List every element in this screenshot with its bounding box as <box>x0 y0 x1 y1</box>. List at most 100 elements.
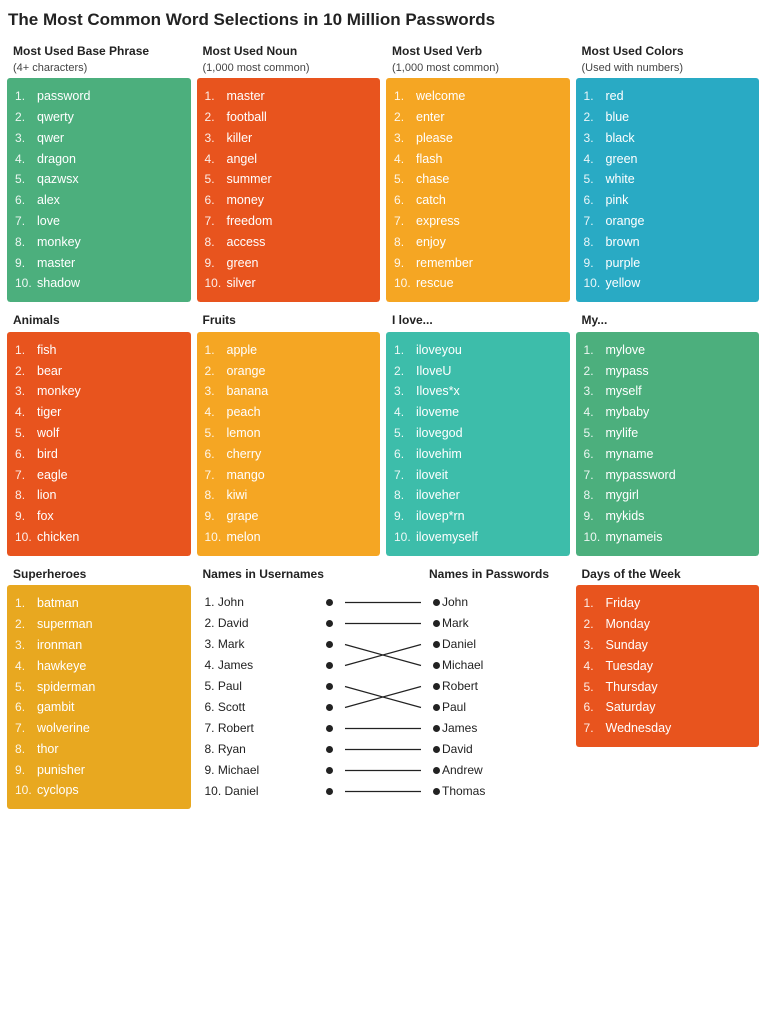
names-username-item: 5. Paul <box>205 676 336 697</box>
names-password-item: Paul <box>431 697 562 718</box>
names-passwords-header: Names in Passwords <box>423 562 570 584</box>
section-verb: Most Used Verb (1,000 most common) welco… <box>386 39 570 302</box>
section-ilove: I love... iloveyouIloveUIloves*xilovemei… <box>386 308 570 556</box>
section-days: Days of the Week FridayMondaySundayTuesd… <box>576 562 760 810</box>
list-item: Wednesday <box>584 718 752 739</box>
list-item: mango <box>205 465 373 486</box>
list-item: mypassword <box>584 465 752 486</box>
list-item: wolf <box>15 423 183 444</box>
section-superheroes: Superheroes batmansupermanironmanhawkeye… <box>7 562 191 810</box>
names-lines <box>343 584 423 810</box>
section-fruits: Fruits appleorangebananapeachlemoncherry… <box>197 308 381 556</box>
page-title: The Most Common Word Selections in 10 Mi… <box>0 0 766 36</box>
names-usernames-col: 1. John2. David3. Mark4. James5. Paul6. … <box>197 584 344 810</box>
list-item: banana <box>205 381 373 402</box>
list-item: shadow <box>15 273 183 294</box>
list-item: money <box>205 190 373 211</box>
list-item: superman <box>15 614 183 635</box>
list-item: love <box>15 211 183 232</box>
section-animals: Animals fishbearmonkeytigerwolfbirdeagle… <box>7 308 191 556</box>
password-dot <box>433 641 440 648</box>
section-header-noun: Most Used Noun (1,000 most common) <box>197 39 381 78</box>
list-item: Iloves*x <box>394 381 562 402</box>
list-item: iloveit <box>394 465 562 486</box>
section-body-noun: masterfootballkillerangelsummermoneyfree… <box>197 78 381 302</box>
names-password-item: Robert <box>431 676 562 697</box>
list-item: orange <box>205 361 373 382</box>
names-inner: 1. John2. David3. Mark4. James5. Paul6. … <box>197 584 570 810</box>
list-item: ilovep*rn <box>394 506 562 527</box>
section-body-days: FridayMondaySundayTuesdayThursdaySaturda… <box>576 585 760 747</box>
list-item: bear <box>15 361 183 382</box>
names-passwords-col: JohnMarkDanielMichaelRobertPaulJamesDavi… <box>423 584 570 810</box>
list-item: mypass <box>584 361 752 382</box>
section-header-base-phrase: Most Used Base Phrase (4+ characters) <box>7 39 191 78</box>
list-item: catch <box>394 190 562 211</box>
list-item: green <box>205 253 373 274</box>
section-header-verb: Most Used Verb (1,000 most common) <box>386 39 570 78</box>
list-item: cyclops <box>15 780 183 801</box>
username-dot <box>326 704 333 711</box>
list-item: ilovehim <box>394 444 562 465</box>
list-item: IloveU <box>394 361 562 382</box>
list-item: wolverine <box>15 718 183 739</box>
names-password-item: Thomas <box>431 781 562 802</box>
list-item: enjoy <box>394 232 562 253</box>
names-password-item: Daniel <box>431 634 562 655</box>
username-dot <box>326 746 333 753</box>
list-item: batman <box>15 593 183 614</box>
list-item: peach <box>205 402 373 423</box>
names-username-header: Names in Usernames <box>197 562 344 584</box>
password-dot <box>433 683 440 690</box>
list-item: mynameis <box>584 527 752 548</box>
section-header-colors: Most Used Colors (Used with numbers) <box>576 39 760 78</box>
list-item: flash <box>394 149 562 170</box>
list-item: gambit <box>15 697 183 718</box>
list-item: chicken <box>15 527 183 548</box>
list-item: master <box>205 86 373 107</box>
list-item: iloveyou <box>394 340 562 361</box>
section-body-superheroes: batmansupermanironmanhawkeyespidermangam… <box>7 585 191 809</box>
list-item: mybaby <box>584 402 752 423</box>
list-item: myname <box>584 444 752 465</box>
password-dot <box>433 599 440 606</box>
list-item: qazwsx <box>15 169 183 190</box>
list-item: please <box>394 128 562 149</box>
section-body-fruits: appleorangebananapeachlemoncherrymangoki… <box>197 332 381 556</box>
list-item: freedom <box>205 211 373 232</box>
list-item: eagle <box>15 465 183 486</box>
names-username-item: 9. Michael <box>205 760 336 781</box>
section-body-animals: fishbearmonkeytigerwolfbirdeaglelionfoxc… <box>7 332 191 556</box>
list-item: monkey <box>15 381 183 402</box>
list-item: qwerty <box>15 107 183 128</box>
password-dot <box>433 704 440 711</box>
list-item: spiderman <box>15 677 183 698</box>
list-item: remember <box>394 253 562 274</box>
list-item: punisher <box>15 760 183 781</box>
list-item: rescue <box>394 273 562 294</box>
section-header-ilove: I love... <box>386 308 570 332</box>
username-dot <box>326 788 333 795</box>
password-dot <box>433 662 440 669</box>
list-item: mygirl <box>584 485 752 506</box>
section-colors: Most Used Colors (Used with numbers) red… <box>576 39 760 302</box>
names-username-item: 2. David <box>205 613 336 634</box>
password-dot <box>433 746 440 753</box>
list-item: purple <box>584 253 752 274</box>
list-item: enter <box>394 107 562 128</box>
password-dot <box>433 767 440 774</box>
list-item: ilovegod <box>394 423 562 444</box>
list-item: master <box>15 253 183 274</box>
password-dot <box>433 620 440 627</box>
list-item: tiger <box>15 402 183 423</box>
list-item: bird <box>15 444 183 465</box>
names-username-item: 6. Scott <box>205 697 336 718</box>
names-username-item: 3. Mark <box>205 634 336 655</box>
section-noun: Most Used Noun (1,000 most common) maste… <box>197 39 381 302</box>
names-password-item: David <box>431 739 562 760</box>
list-item: mylife <box>584 423 752 444</box>
list-item: angel <box>205 149 373 170</box>
list-item: Monday <box>584 614 752 635</box>
section-body-verb: welcomeenterpleaseflashchasecatchexpress… <box>386 78 570 302</box>
list-item: yellow <box>584 273 752 294</box>
